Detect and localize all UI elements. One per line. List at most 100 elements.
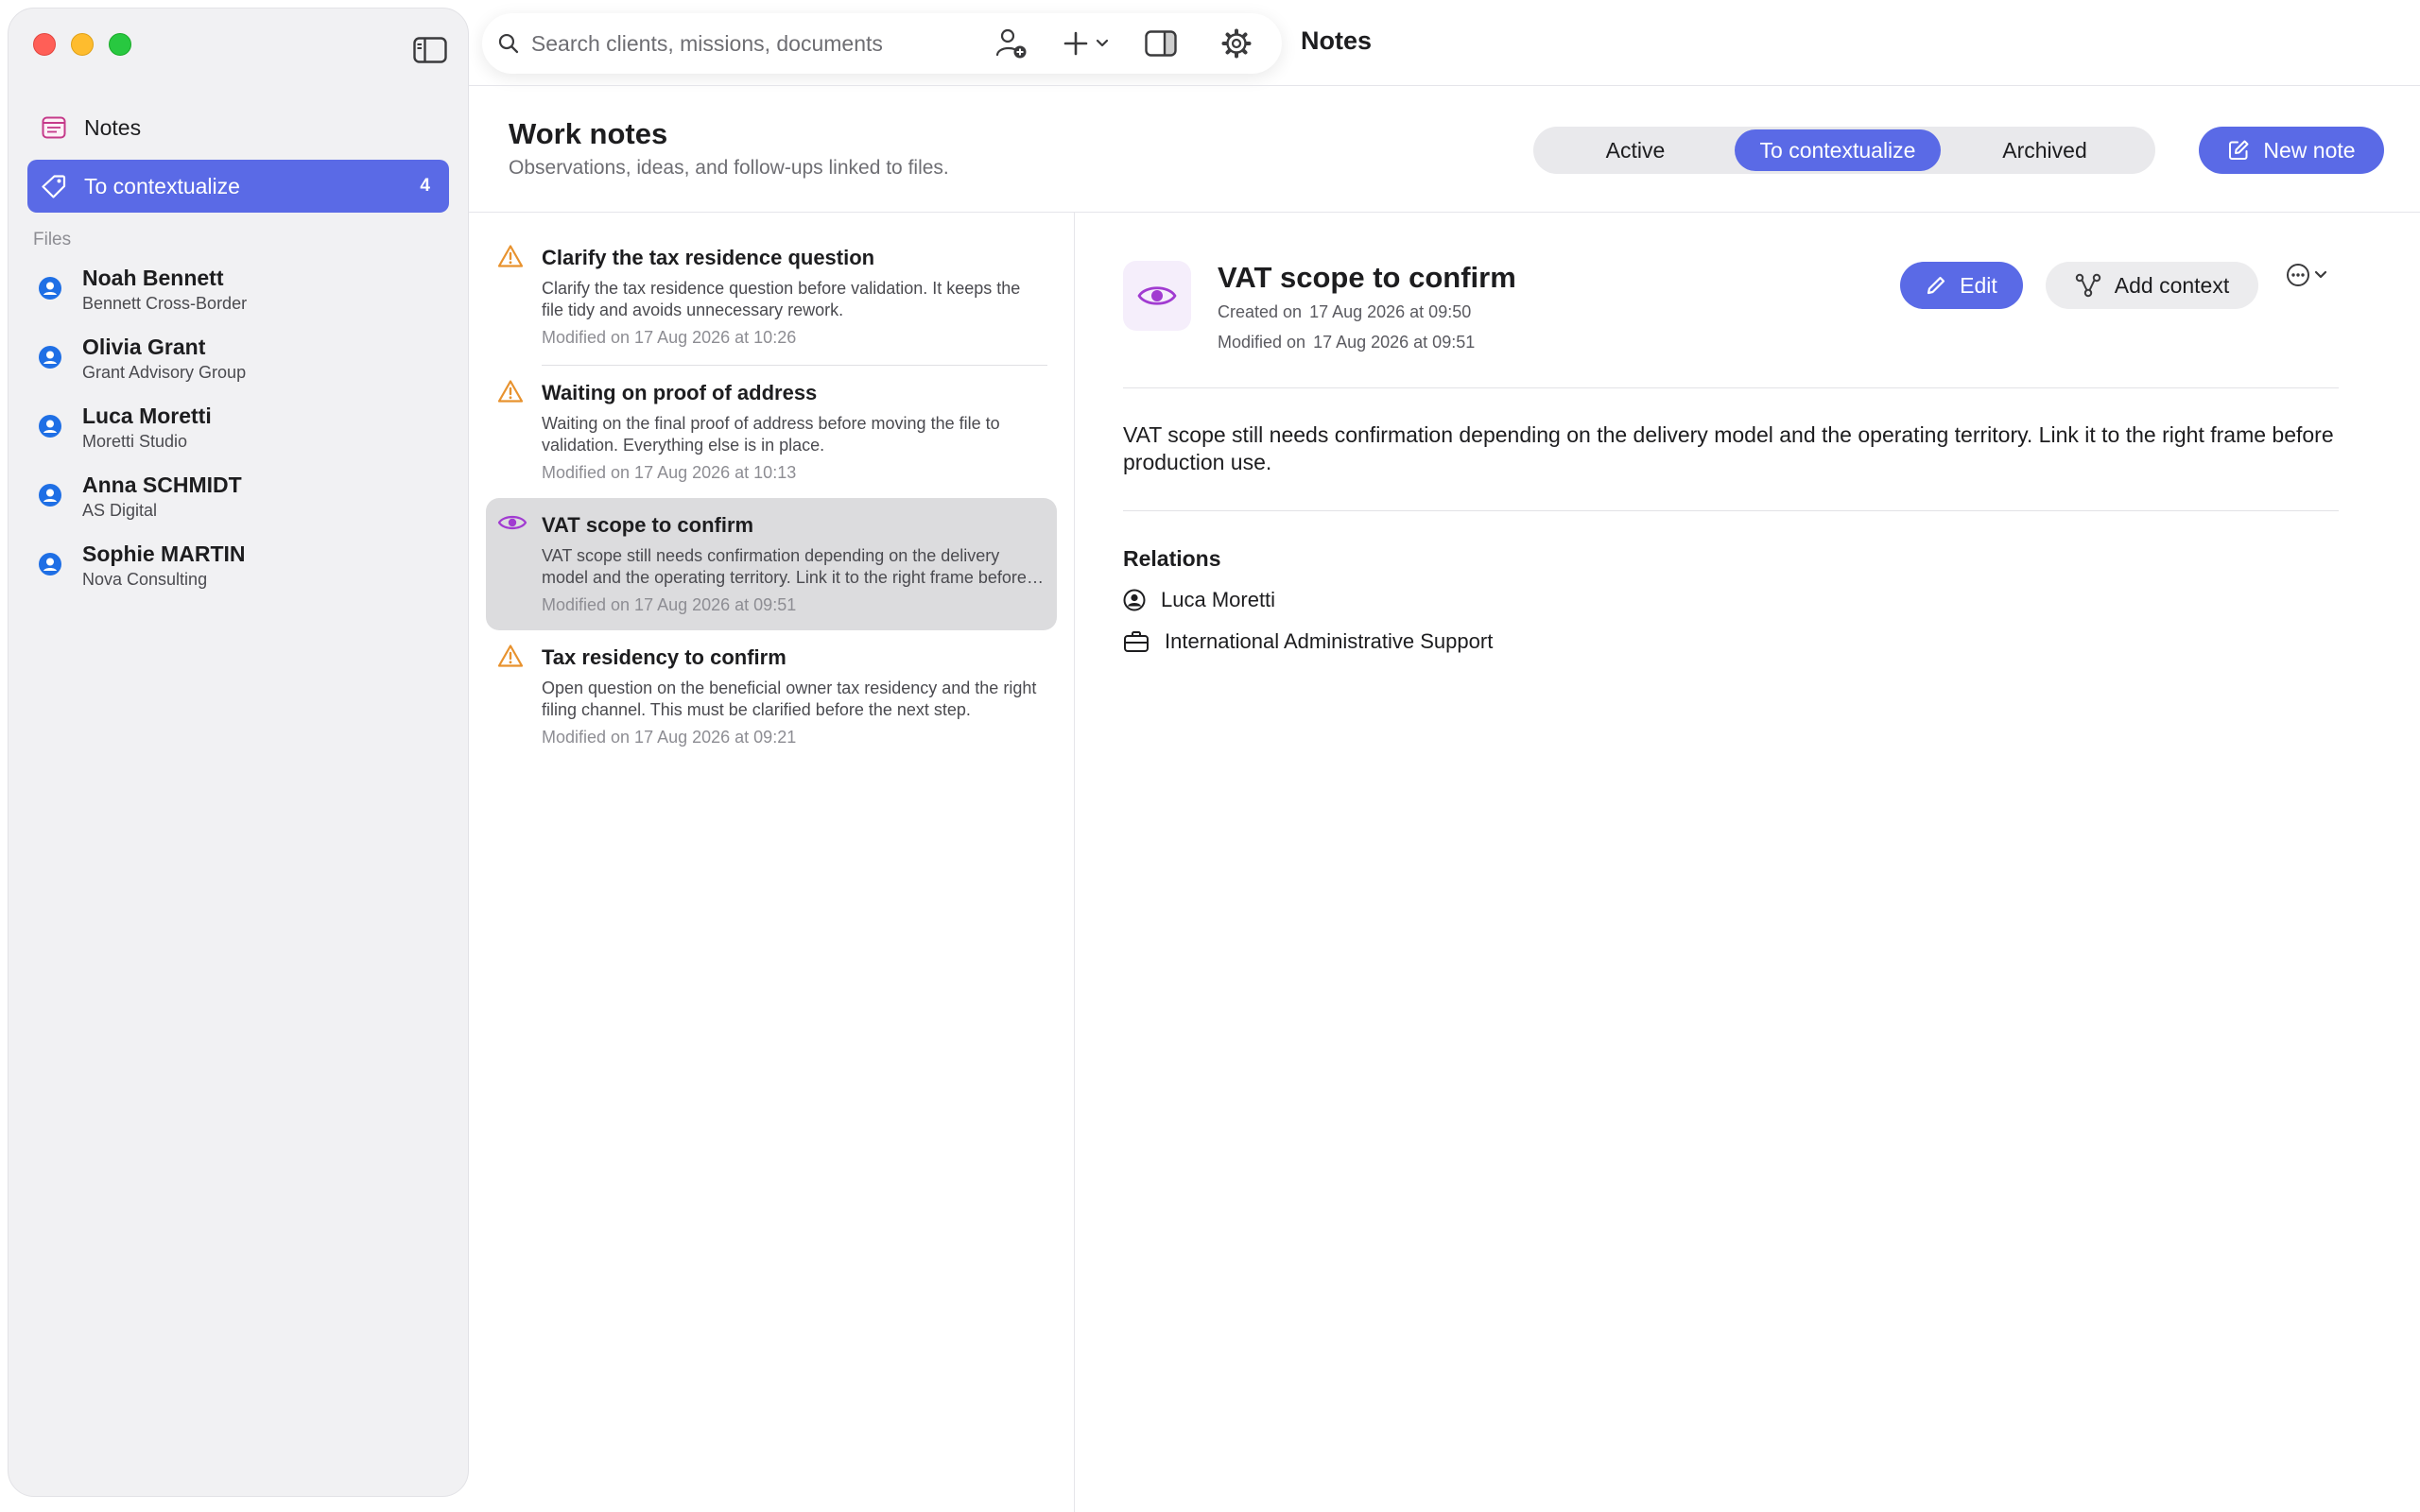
file-name: Noah Bennett (82, 266, 224, 290)
warning-icon (497, 245, 524, 267)
files-section-header: Files (33, 230, 72, 249)
chevron-down-icon (1096, 39, 1109, 47)
add-menu-button[interactable] (1053, 21, 1119, 66)
count-badge: 4 (420, 176, 430, 196)
page-subtitle: Observations, ideas, and follow-ups link… (509, 157, 949, 179)
sidebar-item-notes[interactable]: Notes (27, 101, 449, 154)
file-company: Bennett Cross-Border (82, 294, 248, 313)
column-divider (1074, 212, 1075, 1512)
status-tabs: Active To contextualize Archived (1533, 127, 2155, 174)
note-list-item[interactable]: Clarify the tax residence question Clari… (486, 231, 1057, 363)
note-list-item[interactable]: Waiting on proof of address Waiting on t… (486, 366, 1057, 498)
gear-icon (1221, 28, 1252, 59)
compose-icon (2229, 140, 2249, 160)
note-excerpt: Clarify the tax residence question befor… (542, 279, 1021, 319)
file-company: Grant Advisory Group (82, 363, 247, 382)
note-list-item-selected[interactable]: VAT scope to confirm VAT scope still nee… (486, 498, 1057, 630)
note-type-badge (1123, 261, 1191, 331)
note-excerpt: Open question on the beneficial owner ta… (542, 679, 1037, 719)
notes-icon (41, 114, 67, 141)
tab-archived[interactable]: Archived (1941, 129, 2149, 171)
note-modified: Modified on 17 Aug 2026 at 09:51 (542, 595, 797, 614)
add-context-label: Add context (2114, 272, 2230, 298)
minimize-window-button[interactable] (71, 33, 94, 56)
file-item[interactable]: Sophie MARTIN Nova Consulting (39, 540, 449, 609)
note-title: Waiting on proof of address (542, 381, 818, 404)
sidebar-item-label: Notes (84, 114, 142, 140)
note-list-item[interactable]: Tax residency to confirm Open question o… (486, 630, 1057, 763)
header-divider (469, 212, 2420, 213)
relation-label: Luca Moretti (1161, 588, 1276, 611)
file-name: Luca Moretti (82, 404, 212, 428)
page-title: Work notes (509, 117, 668, 150)
file-item[interactable]: Luca Moretti Moretti Studio (39, 402, 449, 471)
settings-button[interactable] (1208, 21, 1265, 66)
file-list: Noah Bennett Bennett Cross-Border Olivia… (39, 264, 449, 609)
add-person-button[interactable] (983, 21, 1040, 66)
file-name: Sophie MARTIN (82, 541, 246, 566)
toolbar-divider (469, 85, 2420, 86)
ellipsis-circle-icon (2287, 264, 2309, 286)
new-note-button[interactable]: New note (2199, 127, 2384, 174)
relations-heading: Relations (1123, 546, 1221, 571)
edit-label: Edit (1960, 272, 1997, 298)
created-label: Created on (1218, 302, 1303, 321)
add-context-button[interactable]: Add context (2046, 262, 2258, 309)
file-name: Olivia Grant (82, 335, 206, 359)
note-excerpt: Waiting on the final proof of address be… (542, 414, 1000, 455)
file-item[interactable]: Olivia Grant Grant Advisory Group (39, 333, 449, 402)
modified-value: 17 Aug 2026 at 09:51 (1313, 333, 1476, 352)
window-title: Notes (1301, 26, 1373, 55)
more-options-button[interactable] (2286, 263, 2327, 287)
warning-icon (497, 644, 524, 667)
tab-active[interactable]: Active (1536, 129, 1735, 171)
new-note-label: New note (2263, 137, 2356, 163)
plus-icon (1063, 31, 1088, 56)
file-item[interactable]: Anna SCHMIDT AS Digital (39, 471, 449, 540)
note-list: Clarify the tax residence question Clari… (486, 231, 1057, 763)
note-modified: Modified on 17 Aug 2026 at 10:26 (542, 328, 797, 347)
edit-button[interactable]: Edit (1900, 262, 2023, 309)
search-input[interactable] (530, 30, 983, 57)
zoom-window-button[interactable] (109, 33, 131, 56)
close-window-button[interactable] (33, 33, 56, 56)
detail-divider (1123, 510, 2339, 511)
tag-icon (41, 173, 67, 199)
person-avatar-icon (39, 346, 61, 369)
sidebar-toggle-icon[interactable] (413, 37, 447, 63)
search-icon (498, 33, 519, 54)
person-avatar-icon (39, 484, 61, 507)
detail-divider (1123, 387, 2339, 388)
sidebar-item-label: To contextualize (84, 173, 240, 198)
toolbar (482, 13, 1282, 74)
inspector-toggle-button[interactable] (1132, 21, 1189, 66)
person-avatar-icon (39, 277, 61, 300)
eye-icon (1137, 286, 1177, 305)
sidebar: Notes To contextualize 4 Files Noah Benn… (8, 8, 469, 1497)
created-value: 17 Aug 2026 at 09:50 (1309, 302, 1472, 321)
person-circle-icon (1123, 589, 1146, 611)
note-title: VAT scope to confirm (542, 513, 754, 537)
search-box (482, 30, 983, 57)
eye-icon (497, 515, 527, 530)
note-title: Clarify the tax residence question (542, 246, 875, 269)
file-company: Moretti Studio (82, 432, 188, 451)
pencil-icon (1927, 276, 1945, 295)
file-name: Anna SCHMIDT (82, 472, 242, 497)
relation-item[interactable]: International Administrative Support (1123, 629, 1493, 654)
modified-label: Modified on (1218, 333, 1306, 352)
link-nodes-icon (2075, 273, 2100, 298)
file-item[interactable]: Noah Bennett Bennett Cross-Border (39, 264, 449, 333)
sidebar-item-to-contextualize[interactable]: To contextualize 4 (27, 160, 449, 213)
file-company: AS Digital (82, 501, 158, 520)
tab-to-contextualize[interactable]: To contextualize (1735, 129, 1941, 171)
relation-label: International Administrative Support (1165, 629, 1494, 653)
person-avatar-icon (39, 553, 61, 576)
note-modified: Modified on 17 Aug 2026 at 10:13 (542, 463, 797, 482)
relation-item[interactable]: Luca Moretti (1123, 588, 1275, 612)
sidebar-nav: Notes To contextualize 4 (27, 101, 449, 218)
created-date: Created on 17 Aug 2026 at 09:50 (1218, 302, 1471, 322)
note-excerpt: VAT scope still needs confirmation depen… (542, 546, 1027, 587)
briefcase-icon (1124, 631, 1149, 652)
modified-date: Modified on 17 Aug 2026 at 09:51 (1218, 333, 1475, 352)
